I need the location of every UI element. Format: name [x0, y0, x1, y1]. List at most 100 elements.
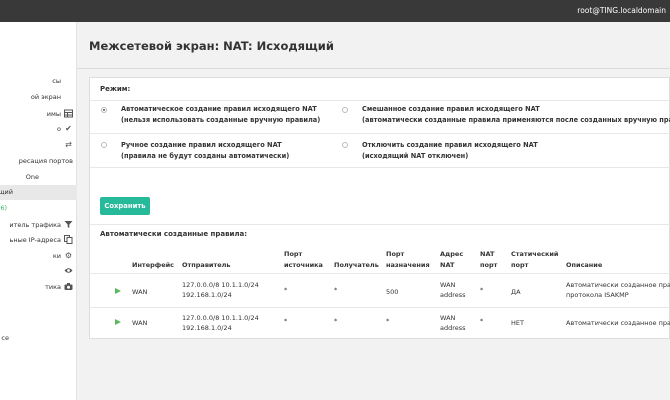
- sidebar-item-outbound[interactable]: щий: [0, 185, 77, 200]
- sidebar-item-aliases[interactable]: имы: [0, 107, 77, 122]
- col-dst-port: Порт назначения: [386, 249, 430, 271]
- sidebar-item[interactable]: се: [0, 331, 77, 346]
- divider: [90, 273, 670, 274]
- sidebar-item-firewall[interactable]: ой экран: [0, 90, 77, 105]
- cell-nat-port: *: [480, 286, 484, 294]
- col-nat-address-line2: NAT: [440, 261, 455, 269]
- col-source: Отправитель: [182, 261, 231, 269]
- divider: [90, 133, 670, 134]
- sidebar-item-rules[interactable]: о ✔: [0, 122, 77, 137]
- sidebar-item-label: итель трафика: [9, 221, 61, 229]
- cell-source-line1: 127.0.0.0/8 10.1.1.0/24: [182, 281, 259, 289]
- option-subtitle: (исходящий NAT отключен): [362, 152, 469, 160]
- cell-source-line2: 192.168.1.0/24: [182, 324, 232, 332]
- divider: [77, 68, 670, 69]
- camera-icon: [64, 282, 73, 291]
- eye-icon: [64, 266, 73, 275]
- sidebar-item-port-forward[interactable]: ресация портов: [0, 154, 77, 169]
- col-dst-port-line1: Порт: [386, 250, 405, 258]
- sidebar-item-label: ки: [52, 252, 61, 260]
- sidebar-item-statistics[interactable]: тика: [0, 280, 77, 295]
- divider: [90, 100, 670, 101]
- sidebar-item-label: щий: [0, 188, 13, 196]
- copy-icon: [64, 235, 73, 244]
- play-icon: [115, 319, 121, 325]
- option-title: Автоматическое создание правил исходящег…: [121, 105, 317, 113]
- cell-nat-port: *: [480, 317, 484, 325]
- sidebar-item-virtual-ip[interactable]: ьные IP-адреса: [0, 233, 77, 248]
- cell-interface: WAN: [132, 288, 148, 296]
- radio-manual[interactable]: [101, 142, 107, 148]
- cell-nat-line1: WAN: [440, 314, 456, 322]
- cell-dst-port: 500: [386, 288, 399, 296]
- sidebar-item-one-to-one[interactable]: One: [0, 170, 77, 185]
- col-static-port: Статический порт: [511, 249, 559, 271]
- cell-source-line1: 127.0.0.0/8 10.1.1.0/24: [182, 314, 259, 322]
- col-nat-port-line1: NAT: [480, 250, 495, 258]
- sidebar-item-shaper[interactable]: итель трафика: [0, 218, 77, 233]
- col-dst-port-line2: назначения: [386, 261, 430, 269]
- divider: [90, 224, 670, 225]
- page-title: Межсетевой экран: NAT: Исходящий: [89, 39, 334, 53]
- col-interface: Интерфейс: [132, 261, 175, 269]
- sidebar-item-label: сы: [52, 77, 61, 85]
- filter-icon: [64, 220, 73, 229]
- cell-nat-line2: address: [440, 324, 466, 332]
- cell-nat-line1: WAN: [440, 281, 456, 289]
- option-title: Ручное создание правил исходящего NAT: [121, 141, 282, 149]
- option-subtitle: (правила не будут созданы автоматически): [121, 152, 290, 160]
- cell-description-line2: протокола ISAKMP: [566, 291, 629, 299]
- sidebar-item-npt[interactable]: 6): [0, 201, 77, 216]
- col-description: Описание: [566, 261, 603, 269]
- sidebar: сы ой экран имы о ✔ ⇄ ресация портов One…: [0, 22, 77, 400]
- option-subtitle: (нельзя использовать созданные вручную п…: [121, 116, 321, 124]
- option-title: Отключить создание правил исходящего NAT: [362, 141, 538, 149]
- sidebar-item-label: ой экран: [30, 93, 61, 101]
- col-nat-address-line1: Адрес: [440, 250, 464, 258]
- cogs-icon: ⚙: [64, 251, 73, 260]
- cell-static-port: ДА: [511, 288, 521, 296]
- radio-automatic[interactable]: [101, 107, 107, 113]
- sidebar-item[interactable]: сы: [0, 74, 77, 89]
- col-destination: Получатель: [334, 261, 379, 269]
- cell-src-port: *: [284, 317, 288, 325]
- cell-source: 127.0.0.0/8 10.1.1.0/24 192.168.1.0/24: [182, 313, 259, 333]
- sidebar-item-label: имы: [46, 110, 61, 118]
- cell-static-port: НЕТ: [511, 319, 524, 327]
- cell-nat-address: WAN address: [440, 280, 466, 300]
- col-src-port: Порт источника: [284, 249, 323, 271]
- sidebar-item-nat[interactable]: ⇄: [0, 138, 77, 153]
- cell-nat-line2: address: [440, 291, 466, 299]
- radio-hybrid[interactable]: [342, 107, 348, 113]
- cell-source: 127.0.0.0/8 10.1.1.0/24 192.168.1.0/24: [182, 280, 259, 300]
- cell-dst-port: *: [386, 317, 390, 325]
- option-manual-label[interactable]: Ручное создание правил исходящего NAT (п…: [121, 140, 289, 162]
- sidebar-item-label: One: [25, 173, 39, 181]
- settings-panel: Режим: Автоматическое создание правил ис…: [89, 77, 670, 339]
- cell-nat-address: WAN address: [440, 313, 466, 333]
- sidebar-item-label: се: [1, 334, 9, 342]
- sidebar-item-diagnostics[interactable]: [0, 264, 77, 279]
- mode-title: Режим:: [100, 85, 131, 93]
- check-icon: ✔: [65, 124, 72, 133]
- main-content: Межсетевой экран: NAT: Исходящий Режим: …: [77, 22, 670, 400]
- cell-src-port: *: [284, 286, 288, 294]
- sidebar-item-label: о: [57, 125, 61, 133]
- col-src-port-line2: источника: [284, 261, 323, 269]
- save-button[interactable]: Сохранить: [100, 197, 150, 215]
- option-automatic-label[interactable]: Автоматическое создание правил исходящег…: [121, 104, 320, 126]
- cell-description: Автоматически созданное правило протокол…: [566, 280, 670, 302]
- cell-destination: *: [334, 286, 338, 294]
- radio-disabled[interactable]: [342, 142, 348, 148]
- sidebar-item-settings[interactable]: ки ⚙: [0, 249, 77, 264]
- option-subtitle: (автоматически созданные правила применя…: [362, 116, 670, 124]
- rules-title: Автоматически созданные правила:: [100, 230, 248, 238]
- play-icon: [115, 288, 121, 294]
- col-nat-address: Адрес NAT: [440, 249, 463, 271]
- option-disabled-label[interactable]: Отключить создание правил исходящего NAT…: [362, 140, 538, 162]
- sidebar-item-label: 6): [0, 204, 7, 212]
- cell-description-line1: Автоматически созданное правило: [566, 319, 670, 327]
- option-hybrid-label[interactable]: Смешанное создание правил исходящего NAT…: [362, 104, 670, 126]
- user-menu[interactable]: root@TING.localdomain: [577, 6, 666, 15]
- cell-description: Автоматически созданное правило: [566, 318, 670, 330]
